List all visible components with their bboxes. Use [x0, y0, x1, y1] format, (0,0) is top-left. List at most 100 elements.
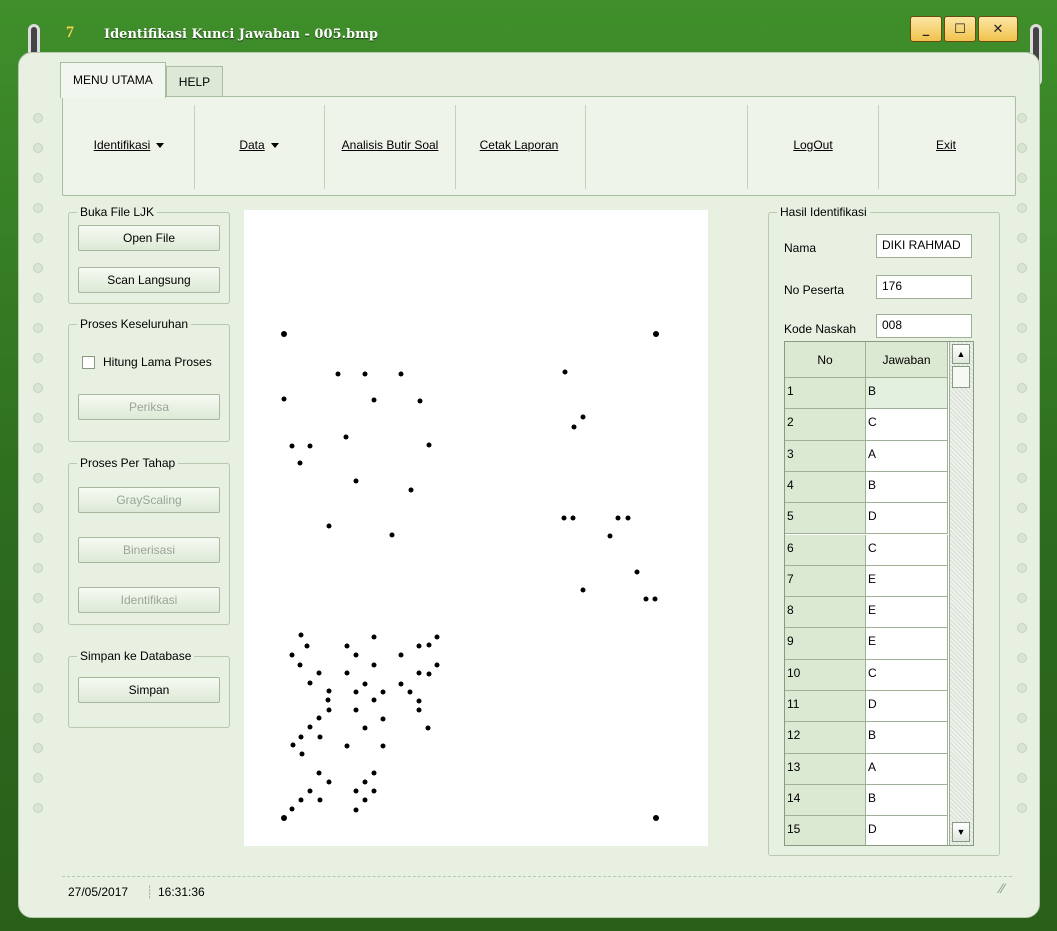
exit-button[interactable]: Exit	[881, 97, 1011, 193]
table-row[interactable]: 7E	[785, 565, 948, 598]
row-number-cell[interactable]: 4	[785, 471, 866, 504]
buka-file-legend: Buka File LJK	[77, 205, 158, 219]
kode-naskah-label: Kode Naskah	[784, 322, 857, 336]
nama-field[interactable]: DIKI RAHMAD	[876, 234, 972, 258]
row-answer-cell[interactable]: D	[866, 503, 948, 535]
row-answer-cell[interactable]: D	[866, 691, 948, 723]
row-answer-cell[interactable]: B	[866, 471, 948, 504]
binder-holes-right	[1017, 113, 1031, 833]
row-number-cell[interactable]: 3	[785, 440, 866, 472]
row-answer-cell[interactable]: E	[866, 628, 948, 660]
title-bar[interactable]: 7 Identifikasi Kunci Jawaban - 005.bmp _…	[12, 10, 1045, 54]
status-bar: 27/05/2017 ┊ 16:31:36	[62, 876, 1012, 902]
open-file-button[interactable]: Open File	[78, 225, 220, 251]
no-peserta-field[interactable]: 176	[876, 275, 972, 299]
table-row[interactable]: 15 D	[785, 816, 948, 845]
maximize-icon: ☐	[954, 21, 966, 37]
tab-menu-utama[interactable]: MENU UTAMA	[60, 62, 166, 98]
scroll-up-button[interactable]: ▲	[952, 344, 970, 364]
simpan-button[interactable]: Simpan	[78, 677, 220, 703]
table-row[interactable]: 1B	[785, 378, 948, 410]
column-header-no[interactable]: No	[785, 342, 866, 378]
row-number-cell[interactable]: 2	[785, 409, 866, 441]
tab-help[interactable]: HELP	[165, 66, 224, 96]
kode-naskah-field[interactable]: 008	[876, 314, 972, 338]
scroll-up-icon: ▲	[956, 349, 966, 359]
resize-grip-icon[interactable]: ⁄⁄	[1000, 880, 1016, 896]
status-time: 16:31:36	[158, 885, 205, 899]
table-row[interactable]: 2C	[785, 409, 948, 441]
row-answer-cell[interactable]: C	[866, 409, 948, 441]
row-answer-cell[interactable]: E	[866, 565, 948, 598]
binerisasi-button[interactable]: Binerisasi	[78, 537, 220, 563]
row-answer-cell[interactable]: B	[866, 378, 948, 410]
tab-strip: MENU UTAMA HELP	[60, 62, 224, 98]
hitung-lama-proses-checkbox[interactable]: Hitung Lama Proses	[82, 355, 212, 369]
scroll-thumb[interactable]	[952, 366, 970, 388]
grid-scrollbar[interactable]: ▲ ▼	[949, 342, 973, 845]
answer-sheet-dots	[281, 331, 659, 821]
minimize-button[interactable]: _	[910, 16, 942, 42]
scroll-down-button[interactable]: ▼	[952, 822, 970, 842]
row-number-cell[interactable]: 10	[785, 659, 866, 691]
simpan-database-legend: Simpan ke Database	[77, 649, 195, 663]
row-number-cell[interactable]: 9	[785, 628, 866, 660]
table-row[interactable]: 4B	[785, 471, 948, 504]
identifikasi-step-button[interactable]: Identifikasi	[78, 587, 220, 613]
dropdown-arrow-icon	[156, 142, 165, 148]
row-answer-cell[interactable]: E	[866, 597, 948, 629]
table-row[interactable]: 14 B	[785, 784, 948, 817]
minimize-icon: _	[922, 21, 930, 37]
table-row[interactable]: 8E	[785, 597, 948, 629]
maximize-button[interactable]: ☐	[944, 16, 976, 42]
row-number-cell[interactable]: 6	[785, 534, 866, 566]
table-row[interactable]: 13 A	[785, 753, 948, 785]
row-number-cell[interactable]: 14	[785, 784, 866, 817]
checkbox-icon	[82, 355, 95, 369]
row-answer-cell[interactable]: B	[866, 784, 948, 817]
window-title: Identifikasi Kunci Jawaban - 005.bmp	[104, 27, 378, 42]
row-answer-cell[interactable]: C	[866, 659, 948, 691]
table-row[interactable]: 11 D	[785, 691, 948, 723]
column-header-jawaban[interactable]: Jawaban	[866, 342, 948, 378]
grayscaling-button[interactable]: GrayScaling	[78, 487, 220, 513]
row-answer-cell[interactable]: D	[866, 816, 948, 845]
table-row[interactable]: 3A	[785, 440, 948, 472]
binder-holes-left	[33, 113, 47, 833]
table-row[interactable]: 12 B	[785, 722, 948, 754]
scan-langsung-button[interactable]: Scan Langsung	[78, 267, 220, 293]
cetak-laporan-button[interactable]: Cetak Laporan	[457, 97, 581, 193]
status-date: 27/05/2017	[68, 885, 129, 899]
app-icon: 7	[66, 24, 74, 41]
table-row[interactable]: 10 C	[785, 659, 948, 691]
identifikasi-menu-label: Identifikasi	[93, 138, 151, 152]
proses-keseluruhan-group: Proses Keseluruhan	[68, 317, 230, 442]
window-frame: 7 Identifikasi Kunci Jawaban - 005.bmp _…	[0, 0, 1057, 931]
row-number-cell[interactable]: 5	[785, 503, 866, 535]
row-answer-cell[interactable]: B	[866, 722, 948, 754]
data-menu-button[interactable]: Data	[197, 97, 321, 193]
logout-button[interactable]: LogOut	[749, 97, 877, 193]
row-number-cell[interactable]: 15	[785, 816, 866, 845]
scroll-down-icon: ▼	[956, 827, 966, 837]
periksa-button[interactable]: Periksa	[78, 394, 220, 420]
close-button[interactable]: ✕	[978, 16, 1018, 42]
row-answer-cell[interactable]: A	[866, 440, 948, 472]
row-number-cell[interactable]: 8	[785, 597, 866, 629]
row-answer-cell[interactable]: A	[866, 753, 948, 785]
row-number-cell[interactable]: 1	[785, 378, 866, 410]
row-number-cell[interactable]: 12	[785, 722, 866, 754]
table-row[interactable]: 5D	[785, 503, 948, 535]
analisis-butir-soal-button[interactable]: Analisis Butir Soal	[327, 97, 453, 193]
proses-per-tahap-legend: Proses Per Tahap	[77, 456, 179, 470]
table-row[interactable]: 9E	[785, 628, 948, 660]
row-answer-cell[interactable]: C	[866, 534, 948, 566]
row-number-cell[interactable]: 11	[785, 691, 866, 723]
table-row[interactable]: 6C	[785, 534, 948, 566]
row-number-cell[interactable]: 7	[785, 565, 866, 598]
answer-grid[interactable]: No Jawaban 1 B 2 C 3 A 4 B 5 D 6 C 7 E 8 E 9 E 10 C 11 D 12 B 13…	[784, 341, 974, 846]
row-number-cell[interactable]: 13	[785, 753, 866, 785]
proses-keseluruhan-legend: Proses Keseluruhan	[77, 317, 192, 331]
identifikasi-menu-button[interactable]: Identifikasi	[67, 97, 191, 193]
hitung-lama-proses-label: Hitung Lama Proses	[103, 355, 212, 369]
